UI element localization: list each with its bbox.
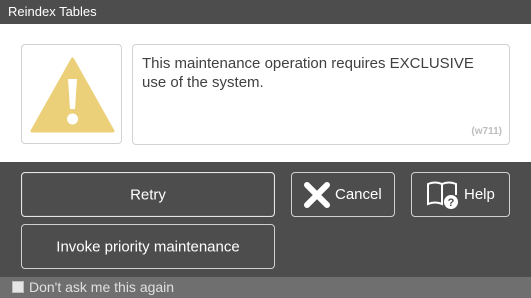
help-label: Help — [464, 186, 495, 203]
footer-bar: Don't ask me this again — [0, 277, 531, 298]
cancel-label: Cancel — [335, 186, 382, 203]
cancel-button[interactable]: Cancel — [291, 172, 395, 217]
dialog-title: Reindex Tables — [8, 4, 97, 19]
svg-text:?: ? — [448, 197, 455, 209]
retry-label: Retry — [130, 186, 166, 203]
message-box: This maintenance operation requires EXCL… — [132, 44, 510, 145]
invoke-priority-maintenance-button[interactable]: Invoke priority maintenance — [21, 224, 275, 269]
warning-icon — [30, 57, 115, 133]
close-icon — [304, 182, 330, 208]
title-bar: Reindex Tables — [0, 0, 531, 24]
help-book-icon: ? — [427, 181, 458, 209]
icon-frame — [21, 44, 122, 144]
message-area: This maintenance operation requires EXCL… — [0, 24, 531, 162]
invoke-label: Invoke priority maintenance — [56, 238, 240, 255]
dont-ask-checkbox[interactable] — [12, 281, 24, 293]
dont-ask-label[interactable]: Don't ask me this again — [29, 279, 174, 295]
help-button[interactable]: ? Help — [411, 172, 510, 217]
message-code: (w711) — [471, 126, 502, 137]
message-text: This maintenance operation requires EXCL… — [142, 55, 474, 91]
retry-button[interactable]: Retry — [21, 172, 275, 217]
